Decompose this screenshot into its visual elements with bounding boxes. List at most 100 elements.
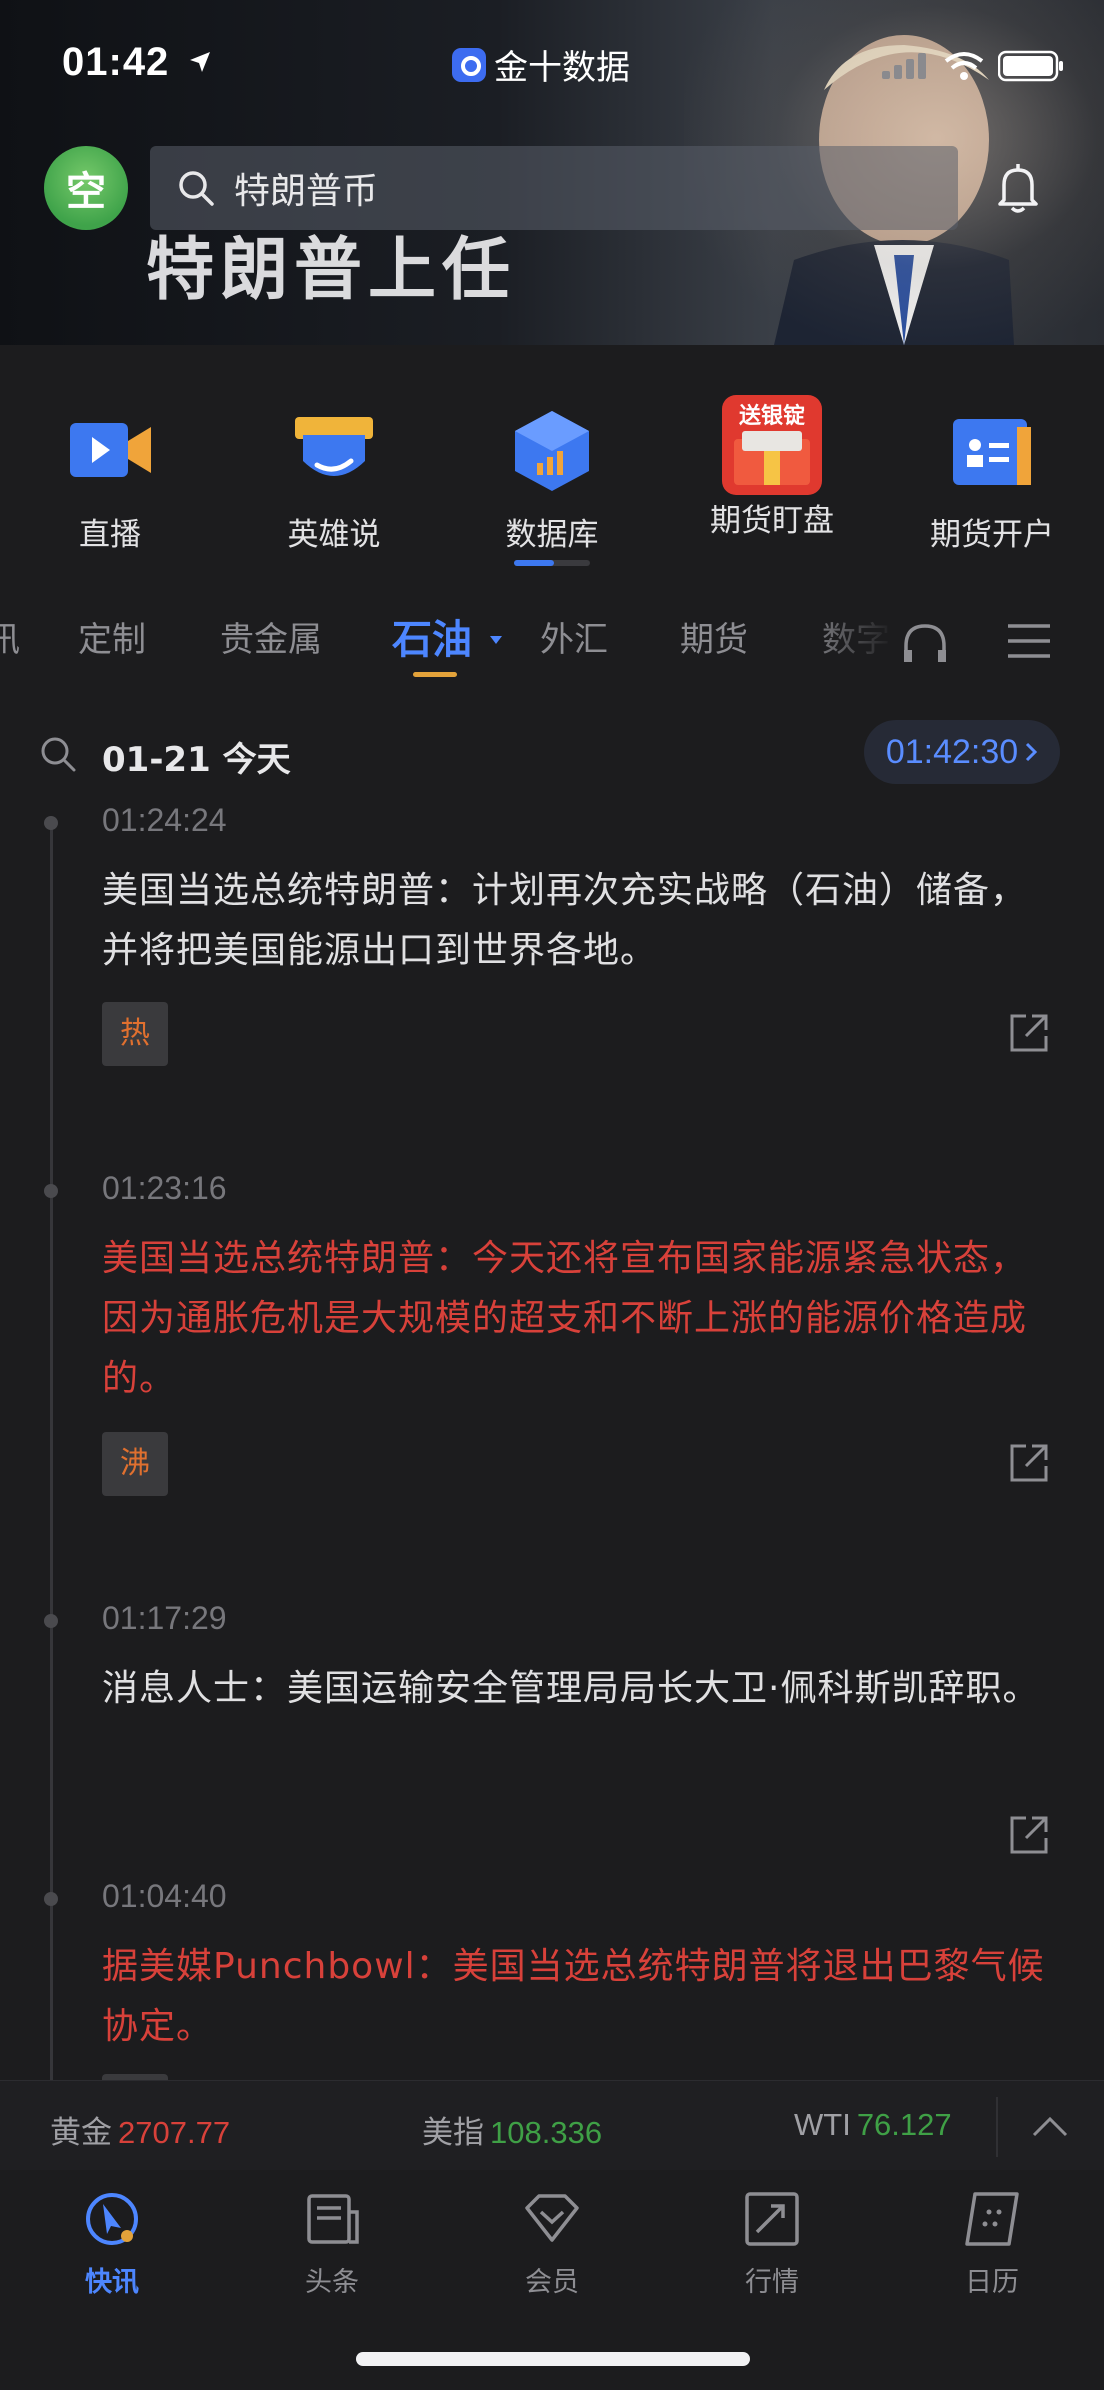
tab-active-underline <box>413 672 457 677</box>
category-tabs: 讯 定制 贵金属 石油 外汇 期货 数字 <box>0 600 1104 680</box>
hot-tag: 热 <box>102 1002 168 1066</box>
ticker-wti[interactable]: WTI 76.127 <box>794 2107 952 2143</box>
account-card-icon <box>953 419 1031 485</box>
vip-diamond-icon <box>525 2194 579 2242</box>
headline-icon <box>307 2194 359 2244</box>
quick-link-label: 直播 <box>79 517 141 553</box>
live-clock-time: 01:42:30 <box>885 732 1019 771</box>
news-time: 01:17:29 <box>102 1600 227 1636</box>
search-icon <box>179 171 214 206</box>
database-cube-icon <box>515 411 589 491</box>
ticker-value: 2707.77 <box>118 2115 231 2150</box>
search-icon[interactable] <box>38 734 78 774</box>
quick-link-label: 期货开户 <box>930 517 1054 553</box>
status-time: 01:42 <box>62 40 170 84</box>
nav-calendar[interactable]: 日历 <box>932 2188 1052 2299</box>
home-indicator[interactable] <box>356 2352 750 2366</box>
market-ticker[interactable]: 黄金 2707.77 美指 108.336 WTI 76.127 <box>0 2080 1104 2170</box>
news-time: 01:23:16 <box>102 1170 227 1206</box>
news-text: 美国当选总统特朗普：今天还将宣布国家能源紧急状态，因为通胀危机是大规模的超支和不… <box>102 1238 1028 1399</box>
live-clock-button[interactable]: 01:42:30 <box>864 720 1060 784</box>
nav-label: 日历 <box>965 2267 1019 2298</box>
nav-label: 头条 <box>305 2267 359 2298</box>
tab-partial[interactable]: 讯 <box>0 600 20 680</box>
tab-oil[interactable]: 石油 <box>392 600 472 680</box>
share-icon[interactable] <box>1008 1012 1050 1054</box>
timeline-dot <box>44 1184 58 1198</box>
quick-link-label: 数据库 <box>505 517 599 553</box>
quick-links: 直播 英雄说 数据库 送银锭 期货盯盘 期货开户 <box>0 345 1104 575</box>
ticker-name: 美指 <box>422 2115 484 2150</box>
quick-link-database[interactable]: 数据库 <box>452 405 652 554</box>
news-item[interactable]: 01:04:40 据美媒Punchbowl：美国当选总统特朗普将退出巴黎气候协定… <box>102 1878 1062 2057</box>
market-trend-icon <box>745 2192 799 2246</box>
tab-custom[interactable]: 定制 <box>78 600 146 680</box>
quick-link-label: 期货盯盘 <box>710 503 834 539</box>
nav-label: 行情 <box>745 2267 799 2298</box>
ticker-name: 黄金 <box>50 2115 112 2150</box>
timeline-dot <box>44 816 58 830</box>
gift-promo-icon: 送银锭 <box>722 395 822 495</box>
tab-precious-metals[interactable]: 贵金属 <box>220 600 322 680</box>
calendar-icon <box>965 2192 1019 2246</box>
notification-bell-icon[interactable] <box>990 160 1046 216</box>
news-item[interactable]: 01:24:24 美国当选总统特朗普：计划再次充实战略（石油）储备，并将把美国能… <box>102 802 1062 981</box>
news-text: 据美媒Punchbowl：美国当选总统特朗普将退出巴黎气候协定。 <box>102 1946 1045 2047</box>
news-time: 01:04:40 <box>102 1878 227 1914</box>
status-indicators <box>882 50 1064 82</box>
wifi-icon <box>944 52 984 80</box>
location-arrow-icon <box>190 52 210 72</box>
search-query: 特朗普币 <box>234 171 379 212</box>
menu-icon[interactable] <box>1006 622 1052 660</box>
chevron-up-icon[interactable] <box>1030 2107 1070 2147</box>
headphone-icon[interactable] <box>900 620 950 664</box>
battery-icon <box>998 50 1063 82</box>
news-item[interactable]: 01:17:29 消息人士：美国运输安全管理局局长大卫·佩科斯凯辞职。 <box>102 1600 1062 1719</box>
timeline-dot <box>44 1892 58 1906</box>
nav-headlines[interactable]: 头条 <box>272 2188 392 2299</box>
nav-label: 会员 <box>525 2267 579 2298</box>
ticker-dollar-index[interactable]: 美指 108.336 <box>422 2107 602 2152</box>
quick-link-label: 英雄说 <box>287 517 381 553</box>
hero-mask-icon <box>295 417 373 476</box>
quick-links-pager <box>514 560 590 566</box>
share-icon[interactable] <box>1008 1442 1050 1484</box>
chevron-right-icon <box>1026 742 1038 762</box>
date-row: 01-21 今天 01:42:30 <box>0 718 1104 788</box>
share-icon[interactable] <box>1008 1814 1050 1856</box>
user-avatar[interactable]: 空 <box>44 146 128 230</box>
tab-futures[interactable]: 期货 <box>680 600 748 680</box>
promo-text: 送银锭 <box>739 403 805 429</box>
feed-date: 01-21 今天 <box>102 740 291 780</box>
ticker-name: WTI <box>794 2107 851 2142</box>
avatar-text: 空 <box>66 169 106 215</box>
boiling-tag: 沸 <box>102 1432 168 1496</box>
nav-flash-news[interactable]: 快讯 <box>52 2188 172 2299</box>
nav-label: 快讯 <box>85 2267 139 2298</box>
news-item[interactable]: 01:23:16 美国当选总统特朗普：今天还将宣布国家能源紧急状态，因为通胀危机… <box>102 1170 1062 1409</box>
ticker-gold[interactable]: 黄金 2707.77 <box>50 2107 230 2152</box>
ticker-value: 76.127 <box>856 2107 952 2142</box>
tab-dropdown-icon[interactable] <box>488 634 504 646</box>
news-time: 01:24:24 <box>102 802 227 838</box>
tab-oil-label: 石油 <box>392 617 472 663</box>
ticker-divider <box>996 2097 998 2157</box>
nav-market[interactable]: 行情 <box>712 2188 832 2299</box>
quick-link-futures-watch[interactable]: 送银锭 期货盯盘 <box>672 395 872 540</box>
app-name-badge: 金十数据 <box>452 40 630 89</box>
news-text: 美国当选总统特朗普：计划再次充实战略（石油）储备，并将把美国能源出口到世界各地。 <box>102 870 1028 971</box>
timeline-dot <box>44 1614 58 1628</box>
tab-forex[interactable]: 外汇 <box>540 600 608 680</box>
app-name: 金十数据 <box>494 48 630 88</box>
video-icon <box>70 423 151 477</box>
signal-icon <box>882 53 926 79</box>
nav-membership[interactable]: 会员 <box>492 2188 612 2299</box>
quick-link-open-account[interactable]: 期货开户 <box>892 405 1092 554</box>
ticker-value: 108.336 <box>490 2115 603 2150</box>
search-bar[interactable]: 特朗普币 <box>150 146 958 230</box>
quick-link-live[interactable]: 直播 <box>10 405 210 554</box>
quick-link-hero[interactable]: 英雄说 <box>234 405 434 554</box>
status-bar: 01:42 金十数据 <box>0 0 1104 130</box>
flash-news-icon <box>86 2193 138 2245</box>
news-text: 消息人士：美国运输安全管理局局长大卫·佩科斯凯辞职。 <box>102 1668 1040 1709</box>
